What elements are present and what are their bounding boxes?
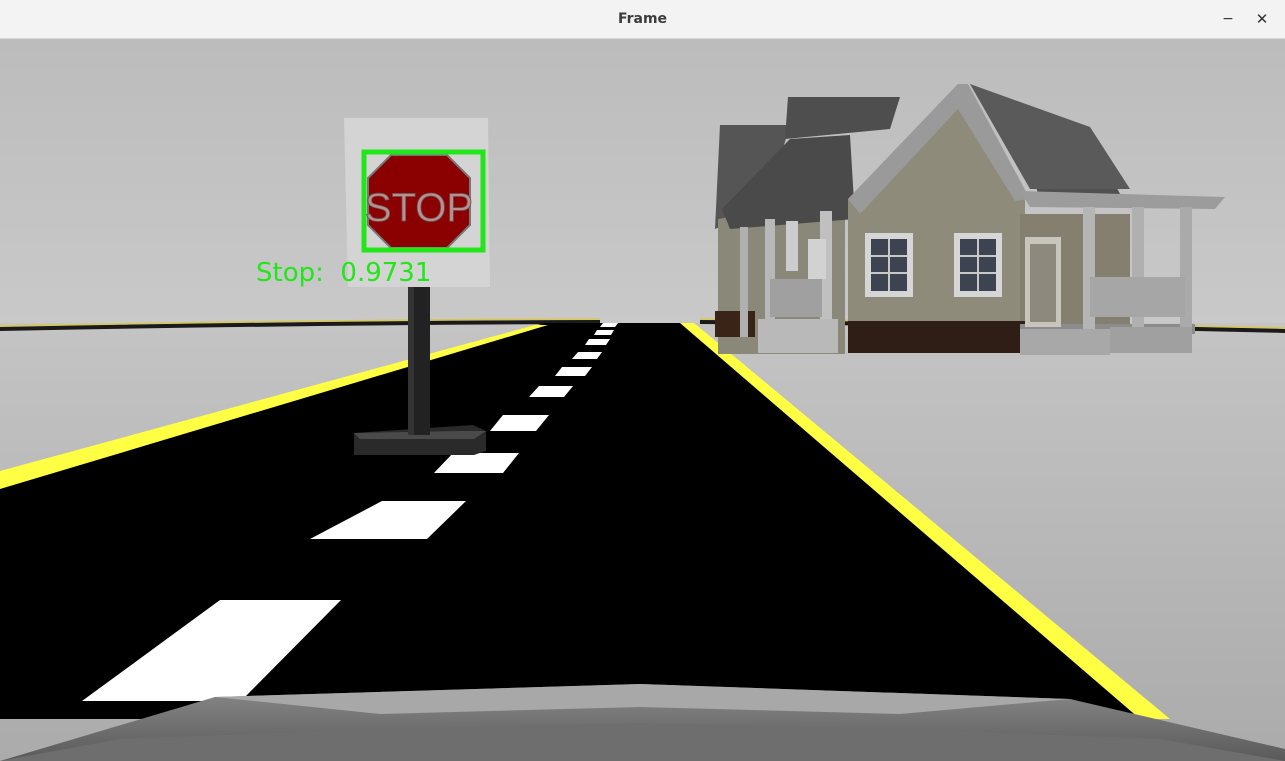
close-button[interactable]: ✕ bbox=[1250, 7, 1274, 31]
stop-sign-text: STOP bbox=[365, 186, 473, 230]
lane-dash bbox=[594, 330, 614, 335]
minimize-button[interactable]: − bbox=[1216, 7, 1240, 31]
lane-dash bbox=[600, 323, 618, 327]
app-window: Frame − ✕ STOP Stop: 0.9731 bbox=[0, 0, 1285, 761]
detection-label: Stop: 0.9731 bbox=[256, 258, 431, 288]
camera-frame: STOP Stop: 0.9731 bbox=[0, 39, 1285, 761]
window-title: Frame bbox=[617, 11, 668, 27]
title-bar[interactable]: Frame − ✕ bbox=[0, 0, 1285, 39]
simulation-scene: STOP Stop: 0.9731 bbox=[0, 39, 1285, 761]
lane-dash bbox=[585, 339, 610, 345]
